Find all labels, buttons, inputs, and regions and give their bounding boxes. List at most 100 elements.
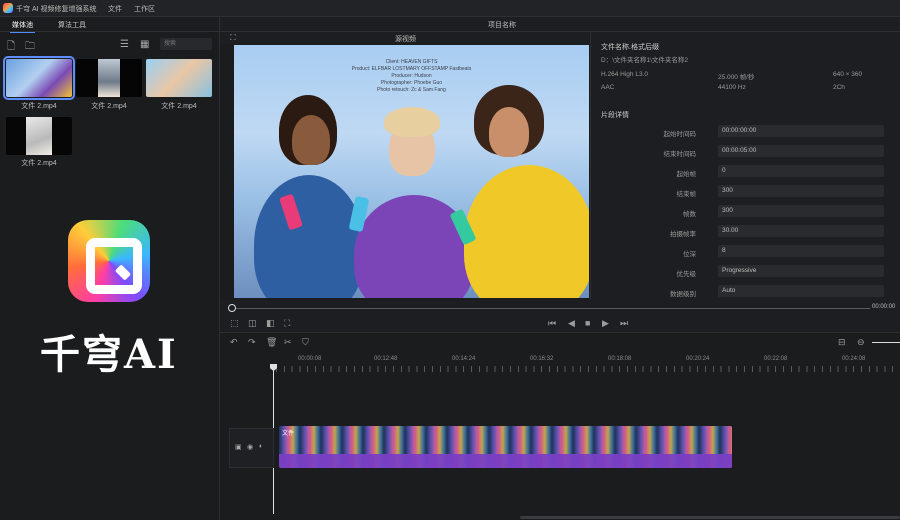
divider [0, 31, 219, 32]
resolution: 640 × 360 [833, 71, 863, 78]
section-title: 片段详情 [601, 112, 629, 119]
prop-label-end-tc: 结束时间码 [663, 151, 697, 158]
person-right-face [489, 107, 529, 157]
file-path: D：\文件夹名称1\文件夹名称2 [601, 57, 689, 64]
audio-channels: 2Ch [833, 84, 845, 91]
skip-start-icon[interactable]: ⏮ [548, 318, 556, 329]
track-audio-icon[interactable]: ◐ [259, 443, 263, 450]
brand-logo [68, 220, 150, 302]
media-label-2: 文件 2.mp4 [91, 103, 127, 110]
playback-scrubber[interactable]: 00:00:00 [220, 300, 900, 314]
prop-field-shoot-fps[interactable]: 30.00 [718, 225, 884, 237]
prop-field-bit-depth[interactable]: 8 [718, 245, 884, 257]
fit-screen-icon[interactable]: ⛶ [230, 33, 236, 43]
track-video-icon[interactable]: ▣ [235, 443, 242, 451]
ruler-label: 00:18:08 [608, 356, 632, 362]
scissors-icon[interactable]: ✂ [284, 337, 292, 348]
delete-icon[interactable]: 🗑 [266, 337, 277, 348]
stop-icon[interactable]: ■ [585, 318, 590, 328]
prop-label-frame-count: 帧数 [683, 211, 696, 218]
clip-name: 文件 [282, 431, 295, 437]
redo-icon[interactable]: ↷ [248, 337, 256, 348]
track-header: ▣ ◉ ◐ [229, 428, 274, 468]
timeline-toolbar: ↶ ↷ 🗑 ✂ ⛉ ⊟ ⊖ [220, 333, 900, 351]
preview-header: ⛶ 源视频 [220, 32, 589, 44]
prop-label-start-frame: 起始帧 [676, 171, 697, 178]
menu-file[interactable]: 文件 [108, 4, 122, 14]
clip-thumbnails [279, 426, 732, 454]
grid-view-icon[interactable]: ▦ [140, 39, 149, 50]
open-folder-icon[interactable]: 🗀 [25, 39, 35, 56]
app-logo-icon [3, 3, 13, 13]
video-preview[interactable]: Client: HEAVEN GIFTS Product: ELFBAR LOS… [234, 45, 589, 298]
media-thumb-1[interactable] [3, 56, 75, 100]
ruler-label: 00:00:08 [298, 356, 322, 362]
scrubber-handle[interactable] [228, 304, 236, 312]
frame-rate: 25.000 帧/秒 [718, 74, 755, 81]
media-thumb-4[interactable] [6, 117, 72, 155]
playback-controls: ⬚ ◫ ◧ ⛶ ⏮ ◀ ■ ▶ ⏭ [220, 314, 900, 333]
prop-label-bit-depth: 位深 [683, 251, 696, 258]
split-view-icon[interactable]: ◫ [248, 318, 257, 329]
ruler-label: 00:24:08 [842, 356, 866, 362]
clip-waveform [279, 454, 732, 468]
prop-field-start-frame[interactable]: 0 [718, 165, 884, 177]
person-right-jacket [464, 165, 589, 298]
fullscreen-icon[interactable]: ⛶ [284, 318, 290, 329]
prop-field-data-level[interactable]: Auto [718, 285, 884, 297]
audio-codec: AAC [601, 84, 615, 91]
search-input[interactable] [160, 38, 212, 50]
timeline-ruler[interactable]: 00:00:08 00:12:48 00:14:24 00:16:32 00:1… [268, 352, 900, 374]
menu-workspace[interactable]: 工作区 [134, 4, 155, 14]
prop-field-start-tc[interactable]: 00:00:00:00 [718, 125, 884, 137]
prop-field-priority[interactable]: Progressive [718, 265, 884, 277]
media-label-3: 文件 2.mp4 [161, 103, 197, 110]
timeline-clip[interactable]: 文件 [279, 426, 732, 468]
media-thumb-2[interactable] [76, 59, 142, 97]
new-file-icon[interactable]: 🗋 [7, 39, 15, 56]
app-title: 千穹 AI 视频修复增强系统 [16, 6, 97, 13]
sample-rate: 44100 Hz [718, 84, 746, 91]
undo-icon[interactable]: ↶ [230, 337, 238, 348]
ruler-label: 00:20:24 [686, 356, 710, 362]
fit-timeline-icon[interactable]: ⊟ [838, 337, 846, 348]
ruler-label: 00:22:08 [764, 356, 788, 362]
prop-field-frame-count[interactable]: 300 [718, 205, 884, 217]
zoom-slider[interactable] [872, 342, 900, 343]
prop-field-end-tc[interactable]: 00:00:05:00 [718, 145, 884, 157]
list-view-icon[interactable]: ☰ [120, 39, 129, 50]
ruler-label: 00:16:32 [530, 356, 554, 362]
file-name-title: 文件名称.格式后缀 [601, 44, 659, 51]
compare-view-icon[interactable]: ◧ [266, 318, 275, 329]
scrubber-track[interactable] [232, 308, 870, 309]
person-center-hair [384, 107, 440, 137]
zoom-out-icon[interactable]: ⊖ [857, 337, 865, 348]
project-bar: 项目名称 [220, 17, 900, 32]
ruler-label: 00:12:48 [374, 356, 398, 362]
prop-field-end-frame[interactable]: 300 [718, 185, 884, 197]
prop-label-shoot-fps: 拍摄帧率 [670, 231, 696, 238]
media-label-1: 文件 2.mp4 [21, 103, 57, 110]
timeline-scrollbar[interactable] [520, 516, 900, 519]
video-codec: H.264 High L3.0 [601, 71, 648, 78]
tab-algorithm-tools[interactable]: 算法工具 [56, 19, 88, 31]
person-left-face [292, 115, 330, 165]
play-icon[interactable]: ▶ [602, 318, 609, 329]
person-left-jacket [254, 175, 364, 298]
current-timecode: 00:00:00 [872, 304, 896, 310]
marker-icon[interactable]: ⛉ [302, 337, 309, 348]
preview-credits: Client: HEAVEN GIFTS Product: ELFBAR LOS… [351, 59, 472, 93]
title-bar: 千穹 AI 视频修复增强系统 文件 工作区 [0, 0, 900, 17]
ruler-label: 00:14:24 [452, 356, 476, 362]
track-visibility-icon[interactable]: ◉ [247, 443, 253, 451]
step-back-icon[interactable]: ◀ [568, 318, 575, 329]
prop-label-start-tc: 起始时间码 [663, 131, 697, 138]
preview-label: 源视频 [395, 36, 416, 43]
prop-label-priority: 优先级 [676, 271, 697, 278]
project-title: 项目名称 [488, 22, 516, 29]
skip-end-icon[interactable]: ⏭ [620, 318, 628, 329]
ruler-ticks [276, 366, 900, 372]
media-thumb-3[interactable] [146, 59, 212, 97]
crop-icon[interactable]: ⬚ [230, 318, 239, 329]
brand-text: 千穹AI [40, 331, 178, 378]
